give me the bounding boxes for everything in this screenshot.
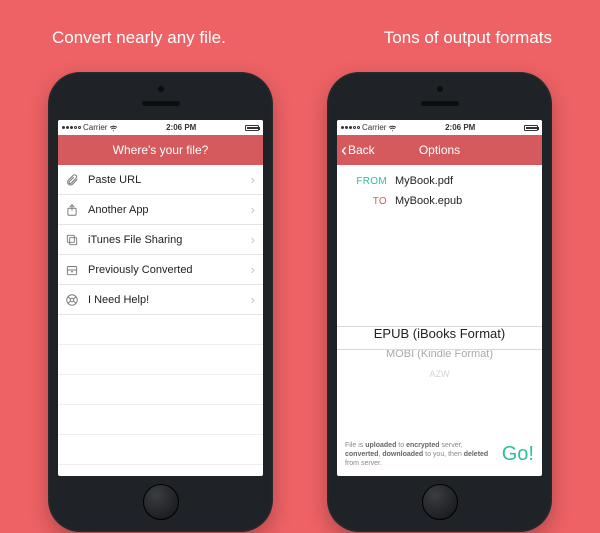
status-bar: Carrier 2:06 PM (337, 120, 542, 135)
chevron-right-icon: › (251, 232, 255, 247)
carrier-label: Carrier (83, 123, 107, 132)
list-item-label: I Need Help! (88, 294, 243, 306)
empty-row (58, 315, 263, 345)
phone-camera (158, 86, 164, 92)
paperclip-icon (64, 173, 80, 187)
nav-bar: ‹ Back Options (337, 135, 542, 165)
list-item-label: Another App (88, 204, 243, 216)
copy-icon (64, 233, 80, 247)
empty-row (58, 345, 263, 375)
carrier-label: Carrier (362, 123, 386, 132)
to-value: MyBook.epub (395, 195, 462, 207)
home-button[interactable] (143, 484, 179, 520)
disclaimer-text: File is uploaded to encrypted server, co… (345, 441, 496, 468)
to-row: TO MyBook.epub (337, 191, 542, 211)
phone-speaker (421, 101, 459, 106)
list-item[interactable]: Previously Converted › (58, 255, 263, 285)
format-picker[interactable]: EPUB (iBooks Format) MOBI (Kindle Format… (337, 290, 542, 380)
empty-row (58, 435, 263, 465)
empty-row (58, 405, 263, 435)
share-icon (64, 203, 80, 217)
picker-row[interactable]: AZW (337, 364, 542, 380)
list-item[interactable]: iTunes File Sharing › (58, 225, 263, 255)
chevron-right-icon: › (251, 202, 255, 217)
list-item-label: Paste URL (88, 174, 243, 186)
list-item[interactable]: Paste URL › (58, 165, 263, 195)
phone-camera (437, 86, 443, 92)
nav-bar: Where's your file? (58, 135, 263, 165)
from-label: FROM (345, 176, 387, 187)
to-label: TO (345, 196, 387, 207)
help-icon (64, 293, 80, 307)
go-button[interactable]: Go! (502, 443, 534, 466)
chevron-left-icon: ‹ (341, 144, 347, 156)
phone-frame-right: Carrier 2:06 PM ‹ Back Options FROM MyBo… (327, 72, 552, 532)
clock: 2:06 PM (166, 123, 196, 132)
from-row: FROM MyBook.pdf (337, 171, 542, 191)
back-button[interactable]: ‹ Back (341, 143, 375, 157)
empty-row (58, 375, 263, 405)
back-label: Back (348, 143, 375, 157)
chevron-right-icon: › (251, 172, 255, 187)
picker-selection-bar (337, 326, 542, 350)
battery-icon (524, 125, 538, 131)
caption-right: Tons of output formats (384, 28, 552, 48)
chevron-right-icon: › (251, 292, 255, 307)
from-value: MyBook.pdf (395, 175, 453, 187)
wifi-icon (388, 124, 396, 132)
signal-icon (62, 126, 81, 129)
screen-left: Carrier 2:06 PM Where's your file? Paste… (58, 120, 263, 476)
source-list: Paste URL › Another App › iTunes File Sh… (58, 165, 263, 465)
signal-icon (341, 126, 360, 129)
list-item[interactable]: I Need Help! › (58, 285, 263, 315)
status-bar: Carrier 2:06 PM (58, 120, 263, 135)
phone-speaker (142, 101, 180, 106)
list-item-label: Previously Converted (88, 264, 243, 276)
list-item-label: iTunes File Sharing (88, 234, 243, 246)
list-item[interactable]: Another App › (58, 195, 263, 225)
battery-icon (245, 125, 259, 131)
screen-right: Carrier 2:06 PM ‹ Back Options FROM MyBo… (337, 120, 542, 476)
home-button[interactable] (422, 484, 458, 520)
phone-frame-left: Carrier 2:06 PM Where's your file? Paste… (48, 72, 273, 532)
wifi-icon (109, 124, 117, 132)
caption-left: Convert nearly any file. (52, 28, 226, 48)
chevron-right-icon: › (251, 262, 255, 277)
page-title: Where's your file? (113, 143, 209, 157)
archive-icon (64, 263, 80, 277)
clock: 2:06 PM (445, 123, 475, 132)
footer: File is uploaded to encrypted server, co… (337, 435, 542, 476)
page-title: Options (419, 143, 460, 157)
